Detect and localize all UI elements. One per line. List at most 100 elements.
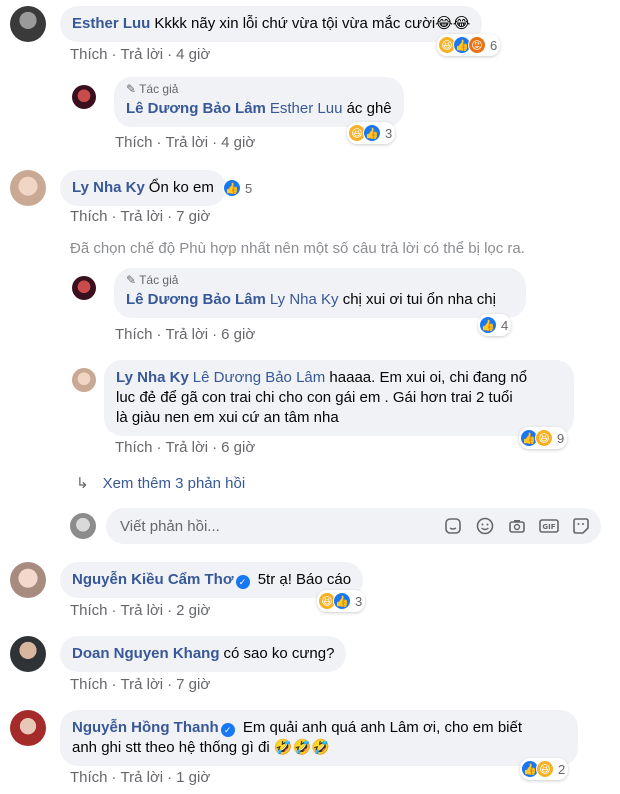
reaction-summary[interactable]: 👍 😆 2	[520, 758, 569, 780]
like-button[interactable]: Thích	[70, 602, 108, 619]
mention-link[interactable]: Lê Dương Bảo Lâm	[193, 369, 325, 386]
reaction-count: 2	[558, 761, 566, 777]
avatar[interactable]	[10, 170, 46, 206]
comment-actions: Thích · Trả lời · 7 giờ	[70, 676, 211, 693]
reaction-summary[interactable]: 😆 👍 😡 6	[437, 34, 501, 56]
comment-text-line-2: anh ghi stt theo hệ thống gì đi 🤣🤣🤣	[72, 739, 330, 756]
reply-ly-nha-ky: Ly Nha Ky Lê Dương Bảo Lâm haaaa. Em xui …	[72, 360, 574, 436]
comment-bubble: Ly Nha Ky Lê Dương Bảo Lâm haaaa. Em xui …	[104, 360, 574, 436]
avatar[interactable]	[10, 636, 46, 672]
commenter-name[interactable]: Lê Dương Bảo Lâm	[126, 100, 266, 117]
mention-link[interactable]: Ly Nha Ky	[270, 291, 339, 308]
reply-button[interactable]: Trả lời	[121, 46, 164, 63]
reply-button[interactable]: Trả lời	[121, 208, 164, 225]
reaction-summary[interactable]: 😆 👍 3	[347, 122, 396, 144]
like-button[interactable]: Thích	[70, 208, 108, 225]
camera-icon[interactable]	[507, 516, 527, 536]
reply-le-duong-bao-lam-1: ✎ Tác giả Lê Dương Bảo Lâm Esther Luu ác g…	[72, 77, 404, 127]
svg-text:GIF: GIF	[542, 523, 555, 531]
timestamp[interactable]: 4 giờ	[176, 46, 210, 63]
comment-bubble: Nguyễn Hồng Thanh ✓ Em quải anh quá anh L…	[60, 710, 578, 766]
comment-bubble: Doan Nguyen Khang có sao ko cưng?	[60, 636, 347, 672]
timestamp[interactable]: 6 giờ	[221, 326, 255, 343]
author-tag: ✎ Tác giả	[126, 273, 179, 287]
avatar[interactable]	[72, 85, 96, 109]
more-replies-link[interactable]: ↳ Xem thêm 3 phản hồi	[76, 474, 245, 493]
avatar[interactable]	[72, 368, 96, 392]
comment-bubble: ✎ Tác giả Lê Dương Bảo Lâm Ly Nha Ky chị x…	[114, 268, 526, 318]
reply-arrow-icon: ↳	[76, 475, 89, 492]
reaction-summary[interactable]: 👍 😆 9	[519, 427, 568, 449]
avatar-sticker-icon[interactable]	[443, 516, 463, 536]
avatar[interactable]	[10, 562, 46, 598]
timestamp[interactable]: 7 giờ	[176, 676, 210, 693]
like-button[interactable]: Thích	[70, 676, 108, 693]
reply-placeholder: Viết phản hồi...	[120, 517, 220, 535]
reply-button[interactable]: Trả lời	[121, 602, 164, 619]
like-button[interactable]: Thích	[115, 439, 153, 456]
commenter-name[interactable]: Ly Nha Ky	[72, 179, 145, 196]
commenter-name[interactable]: Ly Nha Ky	[116, 369, 189, 386]
reply-button[interactable]: Trả lời	[166, 439, 209, 456]
commenter-name[interactable]: Lê Dương Bảo Lâm	[126, 291, 266, 308]
gif-icon[interactable]: GIF	[539, 516, 559, 536]
reaction-count: 3	[355, 593, 363, 609]
commenter-name[interactable]: Doan Nguyen Khang	[72, 645, 220, 662]
haha-icon: 😆	[536, 760, 554, 778]
reaction-summary[interactable]: 👍 4	[478, 314, 512, 336]
comment-text-line-3: là giàu nen em xui cứ an tâm nha	[116, 409, 339, 426]
reply-button[interactable]: Trả lời	[121, 676, 164, 693]
comment-nguyen-kieu-cam-tho: Nguyễn Kiều Cẩm Thơ ✓ 5tr ạ! Báo cáo	[10, 562, 364, 598]
like-button[interactable]: Thích	[70, 46, 108, 63]
comment-actions: Thích · Trả lời · 7 giờ	[70, 208, 211, 225]
comment-actions: Thích · Trả lời · 6 giờ	[115, 326, 256, 343]
reaction-summary[interactable]: 👍 5	[222, 177, 255, 199]
verified-badge-icon: ✓	[235, 575, 250, 589]
reaction-count: 9	[557, 430, 565, 446]
like-icon: 👍	[223, 179, 241, 197]
comment-actions: Thích · Trả lời · 4 giờ	[115, 134, 256, 151]
commenter-name[interactable]: Esther Luu	[72, 15, 150, 32]
reply-composer: Viết phản hồi... GIF	[70, 508, 601, 544]
reply-le-duong-bao-lam-2: ✎ Tác giả Lê Dương Bảo Lâm Ly Nha Ky chị x…	[72, 268, 526, 318]
like-button[interactable]: Thích	[115, 326, 153, 343]
reply-button[interactable]: Trả lời	[166, 134, 209, 151]
comment-esther-luu: Esther Luu Kkkk nãy xin lỗi chứ vừa tội v…	[10, 6, 483, 42]
timestamp[interactable]: 1 giờ	[176, 769, 210, 786]
reaction-count: 3	[385, 125, 393, 141]
pencil-icon: ✎	[126, 273, 137, 287]
commenter-name[interactable]: Nguyễn Hồng Thanh ✓	[72, 719, 235, 737]
comment-bubble: Esther Luu Kkkk nãy xin lỗi chứ vừa tội v…	[60, 6, 483, 42]
mention-link[interactable]: Esther Luu	[270, 100, 343, 117]
reaction-summary[interactable]: 😆 👍 3	[317, 590, 366, 612]
avatar[interactable]	[72, 276, 96, 300]
comment-text-line-2: luc đẻ để gã con trai chi cho con gái em…	[116, 389, 513, 406]
reply-input[interactable]: Viết phản hồi... GIF	[106, 508, 601, 544]
comment-text: chị xui ơi tui ổn nha chị	[342, 291, 496, 308]
reaction-count: 4	[501, 317, 509, 333]
avatar[interactable]	[10, 710, 46, 746]
composer-tools: GIF	[443, 516, 591, 536]
avatar	[70, 513, 96, 539]
angry-icon: 😡	[468, 36, 486, 54]
sticker-icon[interactable]	[571, 516, 591, 536]
comment-text: có sao ko cưng?	[223, 645, 335, 662]
timestamp[interactable]: 6 giờ	[221, 439, 255, 456]
timestamp[interactable]: 2 giờ	[176, 602, 210, 619]
commenter-name[interactable]: Nguyễn Kiều Cẩm Thơ ✓	[72, 571, 250, 589]
comment-text: 5tr ạ! Báo cáo	[257, 571, 352, 588]
reply-button[interactable]: Trả lời	[166, 326, 209, 343]
like-icon: 👍	[333, 592, 351, 610]
like-button[interactable]: Thích	[115, 134, 153, 151]
timestamp[interactable]: 7 giờ	[176, 208, 210, 225]
reply-button[interactable]: Trả lời	[121, 769, 164, 786]
comment-text: Kkkk nãy xin lỗi chứ vừa tội vừa mắc cườ…	[154, 15, 471, 32]
comment-ly-nha-ky: Ly Nha Ky Ổn ko em	[10, 170, 226, 206]
like-button[interactable]: Thích	[70, 769, 108, 786]
timestamp[interactable]: 4 giờ	[221, 134, 255, 151]
comment-actions: Thích · Trả lời · 4 giờ	[70, 46, 211, 63]
emoji-icon[interactable]	[475, 516, 495, 536]
avatar[interactable]	[10, 6, 46, 42]
reaction-count: 5	[245, 180, 253, 196]
reaction-count: 6	[490, 37, 498, 53]
